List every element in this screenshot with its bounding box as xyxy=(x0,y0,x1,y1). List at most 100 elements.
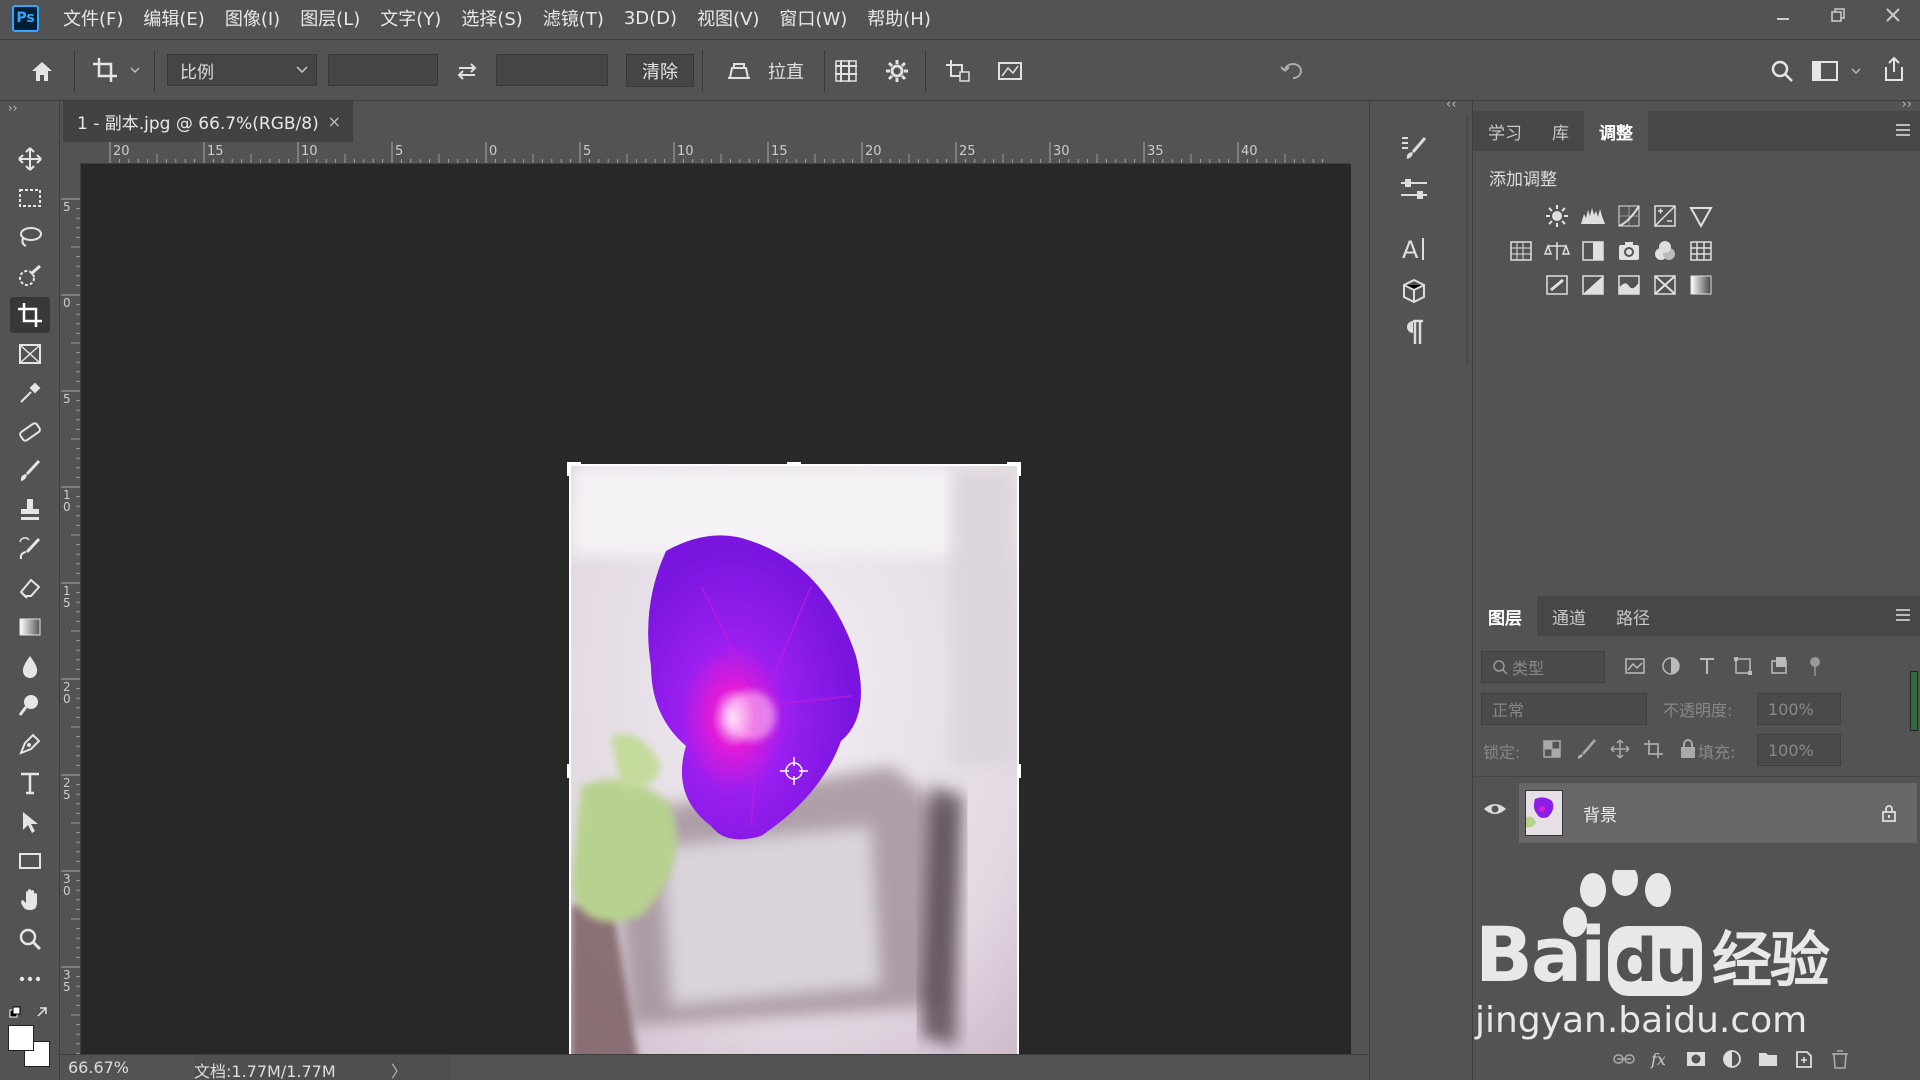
home-button[interactable] xyxy=(24,56,60,86)
layer-visibility-toggle[interactable] xyxy=(1483,801,1507,822)
new-layer-icon[interactable] xyxy=(1793,1048,1815,1070)
tab-libraries[interactable]: 库 xyxy=(1537,111,1584,151)
straighten-button[interactable]: 拉直 xyxy=(712,56,816,86)
delete-cropped-button[interactable] xyxy=(938,54,978,88)
tab-learn[interactable]: 学习 xyxy=(1473,111,1537,151)
blur-tool[interactable] xyxy=(10,648,50,684)
pixel-filter-icon[interactable] xyxy=(1623,654,1647,678)
pen-tool[interactable] xyxy=(10,726,50,762)
quick-select-tool[interactable] xyxy=(10,258,50,294)
zoom-tool[interactable] xyxy=(10,921,50,957)
workspace-button[interactable] xyxy=(1808,54,1872,88)
panel-scrollbar[interactable] xyxy=(1910,671,1918,731)
photo-filter-icon[interactable] xyxy=(1611,233,1647,269)
canvas-area[interactable] xyxy=(81,164,1351,1080)
restore-button[interactable] xyxy=(1810,0,1865,30)
menu-3d[interactable]: 3D(D) xyxy=(614,0,687,36)
crop-handle-left[interactable] xyxy=(567,764,571,778)
panel-menu-icon[interactable] xyxy=(1895,121,1911,142)
trash-icon[interactable] xyxy=(1829,1048,1851,1070)
vertical-ruler[interactable]: 505101520253035 xyxy=(61,164,81,1054)
color-swatches[interactable] xyxy=(8,1025,54,1071)
layers-panel-menu-icon[interactable] xyxy=(1895,606,1911,627)
tab-paths[interactable]: 路径 xyxy=(1601,596,1665,636)
hue-saturation-icon[interactable] xyxy=(1503,233,1539,269)
ruler-origin[interactable] xyxy=(61,142,81,164)
folder-icon[interactable] xyxy=(1757,1048,1779,1070)
share-button[interactable] xyxy=(1876,52,1912,86)
invert-icon[interactable] xyxy=(1539,267,1575,303)
link-icon[interactable] xyxy=(1613,1048,1635,1070)
tab-adjustments[interactable]: 调整 xyxy=(1584,111,1648,151)
lock-pixels-icon[interactable] xyxy=(1573,738,1599,760)
history-brush-tool[interactable] xyxy=(10,531,50,567)
crop-handle-top[interactable] xyxy=(787,462,801,466)
horizontal-ruler[interactable]: 20 15 10 5 0 5 10 15 20 25 30 35 40 xyxy=(80,142,1350,164)
color-lookup-icon[interactable] xyxy=(1683,233,1719,269)
crop-handle-tr-v[interactable] xyxy=(1017,462,1021,476)
foreground-color-swatch[interactable] xyxy=(8,1025,34,1051)
fill-field[interactable]: 100% xyxy=(1757,734,1841,766)
eraser-tool[interactable] xyxy=(10,570,50,606)
channel-mixer-icon[interactable] xyxy=(1647,233,1683,269)
collapse-toolbar-icon[interactable]: ›› xyxy=(8,101,18,115)
tab-channels[interactable]: 通道 xyxy=(1537,596,1601,636)
healing-brush-tool[interactable] xyxy=(10,414,50,450)
default-colors-button[interactable] xyxy=(8,1004,52,1022)
tab-layers[interactable]: 图层 xyxy=(1473,596,1537,636)
posterize-icon[interactable] xyxy=(1575,267,1611,303)
width-field[interactable] xyxy=(328,54,438,86)
move-tool[interactable] xyxy=(10,141,50,177)
crop-handle-tl-v[interactable] xyxy=(567,462,571,476)
menu-select[interactable]: 选择(S) xyxy=(451,0,532,36)
exposure-icon[interactable] xyxy=(1647,198,1683,234)
character-button[interactable]: A xyxy=(1394,231,1434,265)
brush-settings-button[interactable] xyxy=(1394,131,1434,165)
swap-button[interactable] xyxy=(449,56,485,86)
minimize-button[interactable] xyxy=(1755,0,1810,30)
search-button[interactable] xyxy=(1762,54,1802,88)
close-window-button[interactable] xyxy=(1865,0,1920,30)
document-tab[interactable]: 1 - 副本.jpg @ 66.7%(RGB/8) × xyxy=(63,101,353,142)
blend-mode-select[interactable]: 正常 xyxy=(1481,693,1647,725)
layer-row-background[interactable]: 背景 xyxy=(1519,783,1917,843)
properties-button[interactable] xyxy=(1394,173,1434,207)
menu-view[interactable]: 视图(V) xyxy=(687,0,769,36)
mask-icon[interactable] xyxy=(1685,1048,1707,1070)
close-tab-icon[interactable]: × xyxy=(328,112,341,131)
lock-transparent-icon[interactable] xyxy=(1539,738,1565,760)
lasso-tool[interactable] xyxy=(10,219,50,255)
menu-file[interactable]: 文件(F) xyxy=(53,0,133,36)
hand-tool[interactable] xyxy=(10,882,50,918)
paragraph-button[interactable] xyxy=(1394,315,1434,349)
crop-tool[interactable] xyxy=(10,297,50,333)
smart-object-filter-icon[interactable] xyxy=(1767,654,1791,678)
levels-icon[interactable] xyxy=(1575,198,1611,234)
adjustment-filter-icon[interactable] xyxy=(1659,654,1683,678)
glyphs-button[interactable] xyxy=(1394,273,1434,307)
crop-preset-button[interactable] xyxy=(88,54,144,86)
filter-toggle-icon[interactable] xyxy=(1803,654,1827,678)
selective-color-icon[interactable] xyxy=(1647,267,1683,303)
marquee-tool[interactable] xyxy=(10,180,50,216)
black-white-icon[interactable] xyxy=(1575,233,1611,269)
type-filter-icon[interactable] xyxy=(1695,654,1719,678)
vertical-scrollbar[interactable] xyxy=(1351,164,1369,1054)
stamp-tool[interactable] xyxy=(10,492,50,528)
status-menu-arrow[interactable]: 〉 xyxy=(391,1058,407,1080)
layer-filter-select[interactable]: 类型 xyxy=(1481,651,1605,683)
crop-center-crosshair-icon[interactable] xyxy=(780,757,808,785)
brush-tool[interactable] xyxy=(10,453,50,489)
threshold-icon[interactable] xyxy=(1611,267,1647,303)
menu-edit[interactable]: 编辑(E) xyxy=(133,0,214,36)
ratio-select[interactable]: 比例 xyxy=(167,54,317,86)
eyedropper-tool[interactable] xyxy=(10,375,50,411)
collapse-panels-icon[interactable]: ›› xyxy=(1902,97,1912,112)
menu-window[interactable]: 窗口(W) xyxy=(769,0,857,36)
color-balance-icon[interactable] xyxy=(1539,233,1575,269)
lock-position-icon[interactable] xyxy=(1607,738,1633,760)
crop-handle-right[interactable] xyxy=(1017,764,1021,778)
frame-tool[interactable] xyxy=(10,336,50,372)
vibrance-icon[interactable] xyxy=(1683,198,1719,234)
shape-filter-icon[interactable] xyxy=(1731,654,1755,678)
